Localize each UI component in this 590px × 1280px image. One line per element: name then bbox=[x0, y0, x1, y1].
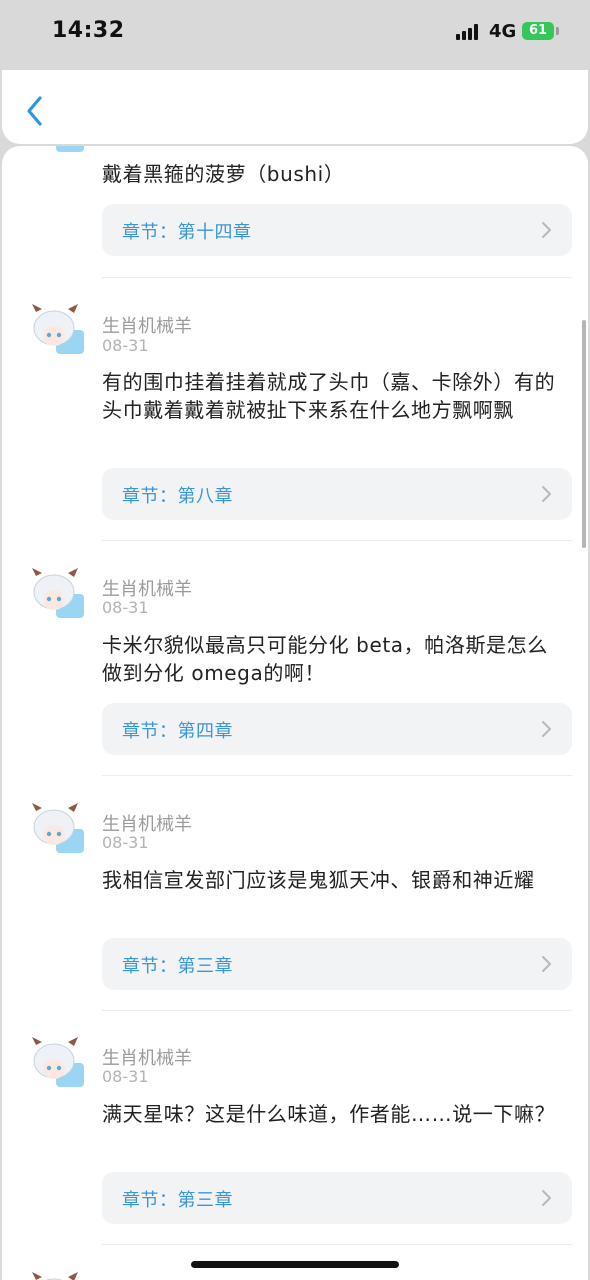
chapter-link[interactable]: 章节：第十四章 bbox=[102, 204, 572, 256]
chevron-right-icon bbox=[542, 486, 551, 502]
divider bbox=[102, 540, 572, 541]
avatar[interactable] bbox=[24, 564, 86, 626]
cellular-signal-icon bbox=[456, 24, 482, 40]
comment-date: 08-31 bbox=[102, 833, 149, 852]
avatar[interactable] bbox=[24, 1033, 86, 1095]
battery-icon: 61 bbox=[522, 22, 554, 40]
chapter-link[interactable]: 章节：第三章 bbox=[102, 938, 572, 990]
chevron-right-icon bbox=[542, 956, 551, 972]
home-indicator[interactable] bbox=[191, 1261, 399, 1268]
chapter-link[interactable]: 章节：第四章 bbox=[102, 703, 572, 755]
battery-level: 61 bbox=[528, 23, 548, 38]
comment-date: 08-31 bbox=[102, 598, 149, 617]
comment-text: 我相信宣发部门应该是鬼狐天冲、银爵和神近耀 bbox=[102, 868, 535, 892]
divider bbox=[102, 277, 572, 278]
chapter-link[interactable]: 章节：第三章 bbox=[102, 1172, 572, 1224]
comment-username[interactable]: 生肖机械羊 bbox=[102, 312, 192, 338]
chapter-link[interactable]: 章节：第八章 bbox=[102, 468, 572, 520]
status-time: 14:32 bbox=[52, 18, 125, 43]
status-bar: 14:32 4G 61 bbox=[0, 0, 590, 68]
chapter-label: 章节：第三章 bbox=[122, 956, 233, 977]
chevron-right-icon bbox=[542, 222, 551, 238]
scrollbar[interactable] bbox=[582, 320, 586, 548]
avatar[interactable] bbox=[24, 146, 86, 160]
chevron-right-icon bbox=[542, 1190, 551, 1206]
avatar[interactable] bbox=[24, 799, 86, 861]
comment-text: 戴着黑箍的菠萝（bushi） bbox=[102, 162, 345, 186]
comment-list[interactable]: 戴着黑箍的菠萝（bushi） 章节：第十四章 生肖机械羊 08-31 有的围巾挂… bbox=[2, 146, 588, 1280]
chevron-right-icon bbox=[542, 721, 551, 737]
avatar[interactable] bbox=[24, 300, 86, 362]
comment-text: 满天星味？这是什么味道，作者能……说一下嘛？ bbox=[102, 1102, 556, 1126]
comment-text: 有的围巾挂着挂着就成了头巾（嘉、卡除外）有的头巾戴着戴着就被扯下来系在什么地方飘… bbox=[102, 370, 556, 422]
divider bbox=[102, 1010, 572, 1011]
comment-date: 08-31 bbox=[102, 336, 149, 355]
battery-nub-icon bbox=[556, 27, 559, 35]
chapter-label: 章节：第八章 bbox=[122, 486, 233, 507]
chapter-label: 章节：第三章 bbox=[122, 1190, 233, 1211]
chapter-label: 章节：第十四章 bbox=[122, 222, 252, 243]
chapter-label: 章节：第四章 bbox=[122, 721, 233, 742]
nav-header bbox=[2, 70, 588, 144]
comment-date: 08-31 bbox=[102, 1067, 149, 1086]
divider bbox=[102, 1244, 572, 1245]
back-arrow-icon[interactable] bbox=[22, 94, 48, 128]
network-type: 4G bbox=[489, 21, 517, 42]
divider bbox=[102, 775, 572, 776]
avatar[interactable] bbox=[24, 1268, 86, 1280]
comment-text: 卡米尔貌似最高只可能分化 beta，帕洛斯是怎么做到分化 omega的啊！ bbox=[102, 633, 548, 685]
